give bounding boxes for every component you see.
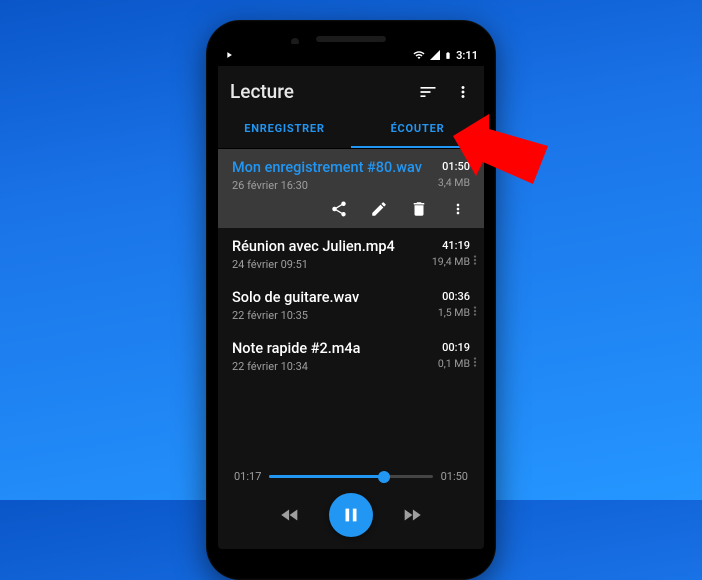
overflow-menu-icon[interactable] [454,82,472,102]
edit-icon[interactable] [370,200,388,218]
recording-duration: 01:50 [438,160,470,173]
rewind-button[interactable] [279,504,301,526]
recording-subtitle: 22 février 10:34 [232,360,470,373]
recording-duration: 00:36 [438,290,470,303]
player: 01:17 01:50 [218,464,484,549]
recording-size: 0,1 MB [438,357,470,370]
more-icon[interactable] [468,354,482,370]
list-item[interactable]: Solo de guitare.wav 22 février 10:35 00:… [218,279,484,330]
recording-subtitle: 22 février 10:35 [232,309,470,322]
list-item[interactable]: Réunion avec Julien.mp4 24 février 09:51… [218,228,484,279]
recordings-list: Mon enregistrement #80.wav 26 février 16… [218,149,484,464]
app-bar: Lecture [218,66,484,109]
recording-size: 19,4 MB [432,255,470,268]
item-actions [232,192,470,220]
recording-size: 3,4 MB [438,176,470,189]
recording-title: Mon enregistrement #80.wav [232,159,470,176]
battery-icon [444,49,452,62]
recording-duration: 41:19 [432,239,470,252]
recording-title: Solo de guitare.wav [232,289,470,306]
total-time: 01:50 [441,470,468,483]
share-icon[interactable] [330,200,348,218]
wifi-icon [412,49,426,61]
recording-duration: 00:19 [438,341,470,354]
tab-record[interactable]: ENREGISTRER [218,109,351,148]
recording-size: 1,5 MB [438,306,470,319]
recording-subtitle: 26 février 16:30 [232,179,470,192]
more-icon[interactable] [468,303,482,319]
phone-frame: 3:11 Lecture ENREGISTRER ÉCOUTER Mon enr… [206,20,496,580]
play-indicator-icon [224,50,234,60]
more-icon[interactable] [468,252,482,268]
status-bar: 3:11 [218,44,484,66]
page-title: Lecture [230,80,402,103]
screen: 3:11 Lecture ENREGISTRER ÉCOUTER Mon enr… [218,44,484,549]
seek-bar[interactable] [269,475,432,478]
tabs: ENREGISTRER ÉCOUTER [218,109,484,149]
status-time: 3:11 [456,49,478,62]
delete-icon[interactable] [410,200,428,218]
list-item[interactable]: Mon enregistrement #80.wav 26 février 16… [218,149,484,228]
elapsed-time: 01:17 [234,470,261,483]
tab-listen[interactable]: ÉCOUTER [351,109,484,148]
signal-icon [429,49,441,61]
list-item[interactable]: Note rapide #2.m4a 22 février 10:34 00:1… [218,330,484,381]
more-icon[interactable] [450,200,466,218]
forward-button[interactable] [401,504,423,526]
sort-icon[interactable] [418,82,438,102]
recording-title: Note rapide #2.m4a [232,340,470,357]
